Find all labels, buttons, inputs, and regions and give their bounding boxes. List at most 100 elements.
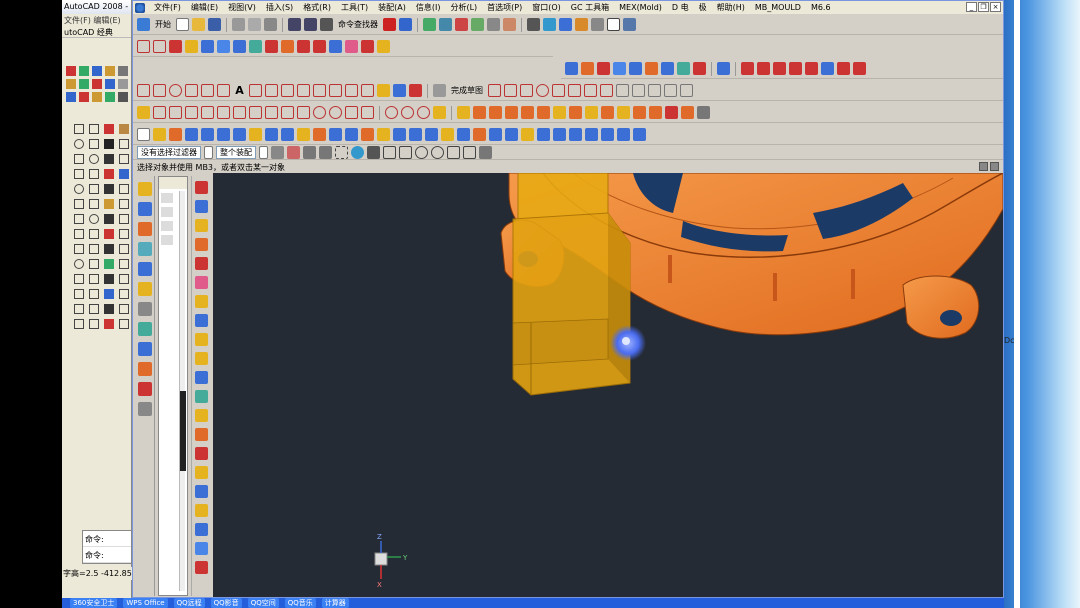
extract-icon[interactable] bbox=[281, 40, 294, 53]
menu-assembly[interactable]: 装配(A) bbox=[373, 2, 411, 13]
sheet-icon[interactable] bbox=[217, 40, 230, 53]
ruled-icon[interactable] bbox=[597, 62, 610, 75]
move-face-icon[interactable] bbox=[377, 40, 390, 53]
datum-icon[interactable] bbox=[169, 40, 182, 53]
through-curves-icon[interactable] bbox=[565, 62, 578, 75]
fillet-edge-icon[interactable] bbox=[361, 128, 374, 141]
surface-icon[interactable] bbox=[233, 40, 246, 53]
sequence-icon[interactable] bbox=[195, 371, 208, 384]
point-snap-icon[interactable] bbox=[479, 145, 492, 159]
redo-icon[interactable] bbox=[304, 18, 317, 31]
finish-sketch-button[interactable]: 完成草图 bbox=[449, 85, 485, 96]
reuse-library-icon[interactable] bbox=[138, 242, 152, 256]
navigator-panel[interactable] bbox=[158, 176, 188, 596]
record-icon[interactable] bbox=[383, 18, 396, 31]
palette-icon[interactable] bbox=[138, 362, 152, 376]
menu-mex-mold[interactable]: MEX(Mold) bbox=[614, 3, 667, 12]
fix-icon[interactable] bbox=[297, 106, 310, 119]
delete-body-icon[interactable] bbox=[441, 128, 454, 141]
offset-icon-2[interactable] bbox=[281, 84, 294, 97]
bound-icon[interactable] bbox=[329, 40, 342, 53]
command-finder-button[interactable]: 命令查找器 bbox=[336, 19, 380, 30]
rectangle-icon[interactable] bbox=[137, 40, 150, 53]
spiral-icon[interactable] bbox=[377, 84, 390, 97]
scale-icon[interactable] bbox=[505, 128, 518, 141]
deselect-icon[interactable] bbox=[319, 145, 332, 159]
polygon-icon[interactable] bbox=[201, 84, 214, 97]
taskbar-item[interactable]: WPS Office bbox=[123, 598, 168, 608]
pattern-icon[interactable] bbox=[329, 128, 342, 141]
angle-icon[interactable] bbox=[201, 106, 214, 119]
wrap-icon[interactable] bbox=[821, 62, 834, 75]
move-component-icon[interactable] bbox=[195, 295, 208, 308]
show-hide-constraints-icon[interactable] bbox=[195, 333, 208, 346]
studio-surface-icon[interactable] bbox=[629, 62, 642, 75]
autocad-menu[interactable]: 文件(F) 编辑(E) bbox=[62, 14, 131, 26]
analysis-icon[interactable] bbox=[503, 18, 516, 31]
snap-tangent-icon[interactable] bbox=[417, 106, 430, 119]
autocad-workspace-label[interactable]: utoCAD 经典 bbox=[62, 26, 131, 38]
explode-view-icon[interactable] bbox=[195, 352, 208, 365]
copy-icon[interactable] bbox=[248, 18, 261, 31]
sketch-circle-icon[interactable] bbox=[536, 84, 549, 97]
web-browser-icon[interactable] bbox=[138, 262, 152, 276]
menu-help[interactable]: 帮助(H) bbox=[712, 2, 750, 13]
simplify-icon[interactable] bbox=[457, 128, 470, 141]
rib-icon[interactable] bbox=[649, 106, 662, 119]
mirror-icon[interactable] bbox=[345, 128, 358, 141]
cone-icon[interactable] bbox=[489, 106, 502, 119]
hd3d-icon[interactable] bbox=[138, 382, 152, 396]
menu-electrode[interactable]: D 电 bbox=[667, 2, 694, 13]
quadrant-icon[interactable] bbox=[345, 106, 358, 119]
snap-icon[interactable] bbox=[623, 18, 636, 31]
hole-icon[interactable] bbox=[553, 106, 566, 119]
curve-rule-icon[interactable] bbox=[367, 145, 380, 159]
panel-scrollbar[interactable] bbox=[179, 191, 186, 591]
divide-icon[interactable] bbox=[329, 84, 342, 97]
mirror-assembly-icon[interactable] bbox=[195, 257, 208, 270]
command-prompt-2[interactable]: 命令: bbox=[83, 547, 131, 563]
scope-dropdown[interactable]: 整个装配 bbox=[216, 145, 256, 159]
midpoint-snap-icon[interactable] bbox=[399, 145, 412, 159]
sew-body-icon[interactable] bbox=[409, 128, 422, 141]
pocket-icon[interactable] bbox=[585, 106, 598, 119]
scope-chevron-icon[interactable] bbox=[259, 145, 268, 159]
autocad-draw-tools[interactable] bbox=[74, 124, 129, 329]
menu-analysis[interactable]: 分析(L) bbox=[445, 2, 482, 13]
delete-face-icon[interactable] bbox=[361, 40, 374, 53]
select-filter-icon[interactable] bbox=[399, 18, 412, 31]
clearance-icon[interactable] bbox=[195, 390, 208, 403]
shaded-icon[interactable] bbox=[559, 18, 572, 31]
extrude-icon[interactable] bbox=[521, 106, 534, 119]
box-select-icon[interactable] bbox=[335, 145, 348, 159]
assembly-icon[interactable] bbox=[423, 18, 436, 31]
system-materials-icon[interactable] bbox=[138, 302, 152, 316]
menu-preferences[interactable]: 首选项(P) bbox=[482, 2, 527, 13]
menu-gc-toolbox[interactable]: GC 工具箱 bbox=[566, 2, 614, 13]
line-icon[interactable] bbox=[137, 84, 150, 97]
replace-component-icon[interactable] bbox=[195, 276, 208, 289]
more-resources-icon[interactable] bbox=[138, 402, 152, 416]
reset-filter-icon[interactable] bbox=[287, 145, 300, 159]
menu-mb-mould[interactable]: MB_MOULD bbox=[750, 3, 806, 12]
midpoint-icon[interactable] bbox=[265, 106, 278, 119]
weld-icon[interactable] bbox=[195, 447, 208, 460]
measure-icon[interactable] bbox=[487, 18, 500, 31]
filter-icon[interactable] bbox=[271, 145, 284, 159]
replace-face-icon[interactable] bbox=[265, 128, 278, 141]
end-point-icon[interactable] bbox=[361, 106, 374, 119]
menu-edit[interactable]: 编辑(E) bbox=[186, 2, 223, 13]
bridge-curve-icon[interactable] bbox=[789, 62, 802, 75]
snap-quadrant-icon[interactable] bbox=[401, 106, 414, 119]
stretch-icon[interactable] bbox=[345, 84, 358, 97]
background-icon[interactable] bbox=[607, 18, 620, 31]
taskbar-item[interactable]: QQ远程 bbox=[173, 598, 205, 608]
intersect-body-icon[interactable] bbox=[185, 128, 198, 141]
tree-node[interactable] bbox=[161, 193, 173, 203]
sketch-line-icon[interactable] bbox=[504, 84, 517, 97]
assembly-navigator-icon[interactable] bbox=[138, 182, 152, 196]
graphics-viewport[interactable]: Y Z X bbox=[213, 173, 1003, 597]
tree-node[interactable] bbox=[161, 235, 173, 245]
boss-icon[interactable] bbox=[569, 106, 582, 119]
command-finder-icon[interactable] bbox=[320, 18, 333, 31]
